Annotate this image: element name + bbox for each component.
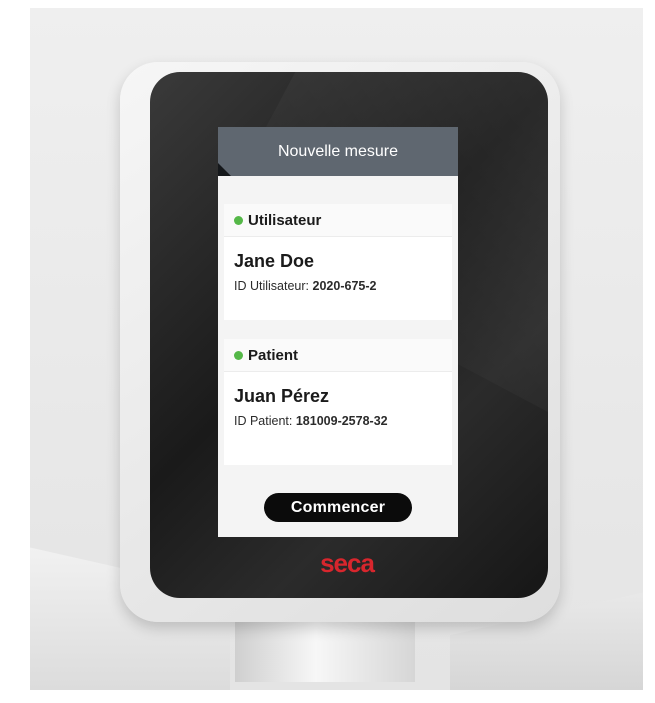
patient-id-label: ID Patient:	[234, 414, 293, 428]
page-title: Nouvelle mesure	[277, 142, 399, 160]
touch-screen: Nouvelle mesure Utilisateur Jane Doe ID …	[218, 127, 458, 537]
screen-header: Nouvelle mesure	[218, 127, 458, 176]
patient-card[interactable]: Patient Juan Pérez ID Patient: 181009-25…	[224, 339, 452, 465]
user-section-label: Utilisateur	[248, 211, 322, 229]
start-button[interactable]: Commencer	[264, 493, 412, 522]
patient-name: Juan Pérez	[234, 386, 330, 406]
user-card-header: Utilisateur	[224, 204, 452, 237]
user-id-line: ID Utilisateur: 2020-675-2	[224, 272, 452, 293]
seca-logo: seca	[320, 548, 375, 578]
user-id-label: ID Utilisateur:	[234, 279, 310, 293]
patient-section-label: Patient	[248, 346, 299, 364]
user-id-value: 2020-675-2	[312, 279, 377, 293]
patient-id-value: 181009-2578-32	[295, 414, 388, 428]
header-corner-notch	[218, 163, 231, 176]
patient-status-dot-icon	[234, 350, 243, 360]
patient-card-header: Patient	[224, 339, 452, 372]
user-status-dot-icon	[234, 215, 243, 225]
user-name: Jane Doe	[234, 251, 315, 271]
user-card[interactable]: Utilisateur Jane Doe ID Utilisateur: 202…	[224, 204, 452, 320]
patient-id-line: ID Patient: 181009-2578-32	[224, 407, 452, 428]
